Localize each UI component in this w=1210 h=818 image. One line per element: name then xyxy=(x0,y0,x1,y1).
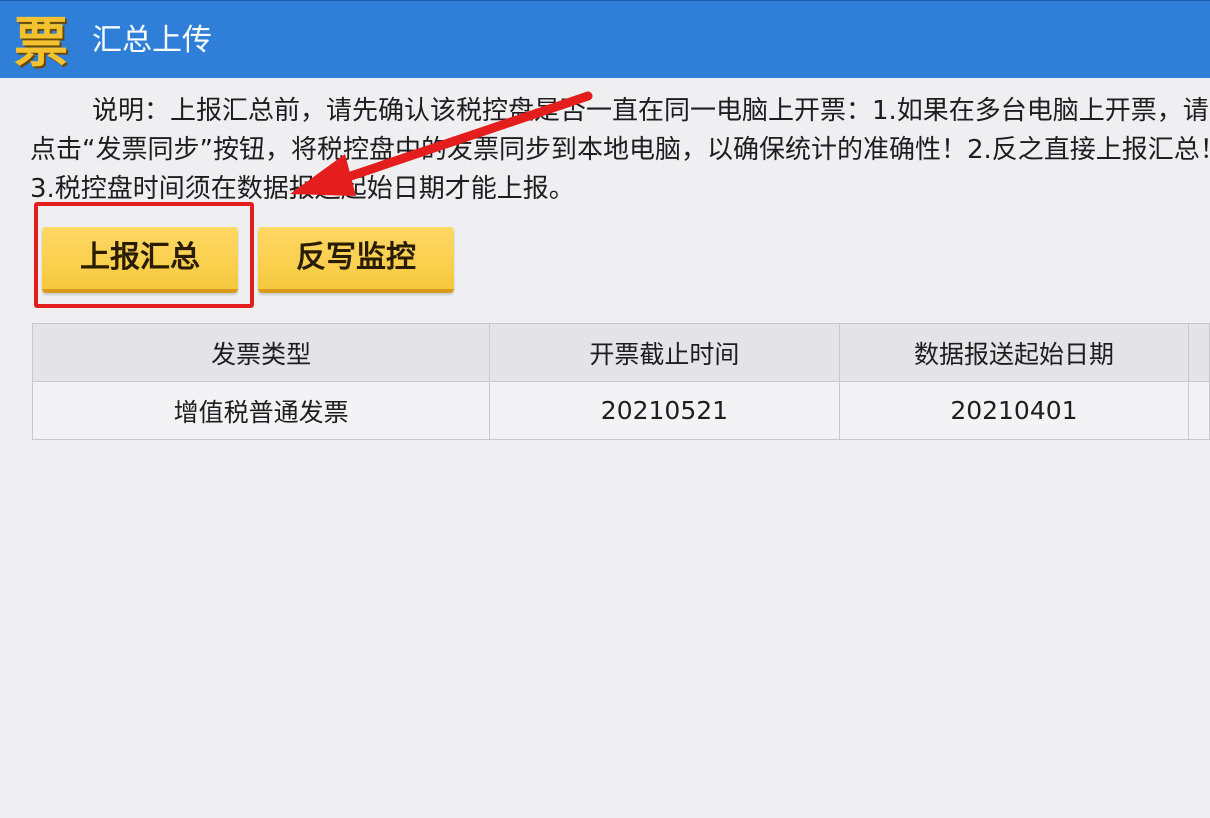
write-back-monitor-button[interactable]: 反写监控 xyxy=(258,227,454,293)
cell-issue-deadline: 20210521 xyxy=(489,381,840,440)
cell-report-start-date: 20210401 xyxy=(838,381,1190,440)
table-header-row: 发票类型 开票截止时间 数据报送起始日期 xyxy=(31,323,1210,382)
header-issue-deadline: 开票截止时间 xyxy=(489,323,840,382)
cell-extra xyxy=(1188,381,1210,440)
cell-invoice-type: 增值税普通发票 xyxy=(31,381,491,440)
instructions-text: 说明：上报汇总前，请先确认该税控盘是否一直在同一电脑上开票：1.如果在多台电脑上… xyxy=(30,96,1210,204)
window-title: 汇总上传 xyxy=(92,23,212,58)
table-row[interactable]: 增值税普通发票 20210521 20210401 xyxy=(31,381,1210,440)
header-extra xyxy=(1188,323,1210,382)
header-report-start-date: 数据报送起始日期 xyxy=(838,323,1190,382)
header-invoice-type: 发票类型 xyxy=(31,323,491,382)
annotation-highlight-box xyxy=(34,202,254,308)
invoice-logo-icon: 票 xyxy=(14,10,68,74)
invoice-summary-table: 发票类型 开票截止时间 数据报送起始日期 增值税普通发票 20210521 20… xyxy=(31,323,1210,440)
title-bar: 票 汇总上传 xyxy=(0,0,1210,78)
